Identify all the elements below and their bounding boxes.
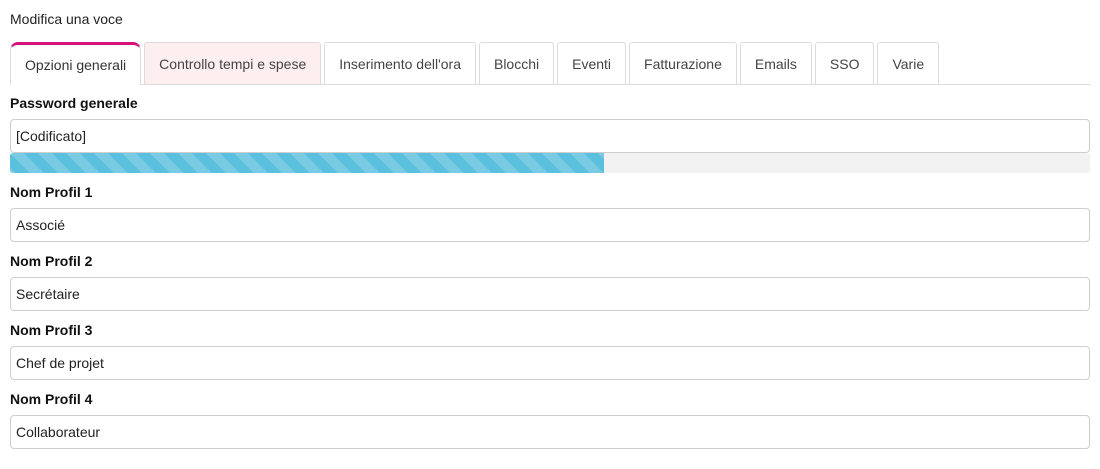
profil-4-input[interactable] xyxy=(10,415,1090,449)
password-input[interactable] xyxy=(10,119,1090,153)
profil-2-input[interactable] xyxy=(10,277,1090,311)
profil-3-input[interactable] xyxy=(10,346,1090,380)
password-strength-bar xyxy=(10,153,1090,173)
profil-1-input[interactable] xyxy=(10,208,1090,242)
tab-blocchi[interactable]: Blocchi xyxy=(478,42,555,84)
tab-controllo-tempi-e-spese[interactable]: Controllo tempi e spese xyxy=(144,42,322,84)
tab-varie[interactable]: Varie xyxy=(877,42,940,84)
tab-bar: Opzioni generali Controllo tempi e spese… xyxy=(10,42,1090,85)
password-label: Password generale xyxy=(10,95,138,111)
tab-fatturazione[interactable]: Fatturazione xyxy=(629,42,737,84)
tab-sso[interactable]: SSO xyxy=(814,42,875,84)
tab-opzioni-generali[interactable]: Opzioni generali xyxy=(10,42,142,85)
tab-eventi[interactable]: Eventi xyxy=(557,42,627,84)
profil-3-label: Nom Profil 3 xyxy=(10,322,93,338)
profil-4-label: Nom Profil 4 xyxy=(10,391,93,407)
page-heading: Modifica una voce xyxy=(10,11,123,27)
profil-1-label: Nom Profil 1 xyxy=(10,184,93,200)
tab-emails[interactable]: Emails xyxy=(739,42,812,84)
password-strength-fill xyxy=(10,153,604,173)
tab-inserimento-dell-ora[interactable]: Inserimento dell'ora xyxy=(324,42,476,84)
profil-2-label: Nom Profil 2 xyxy=(10,253,93,269)
